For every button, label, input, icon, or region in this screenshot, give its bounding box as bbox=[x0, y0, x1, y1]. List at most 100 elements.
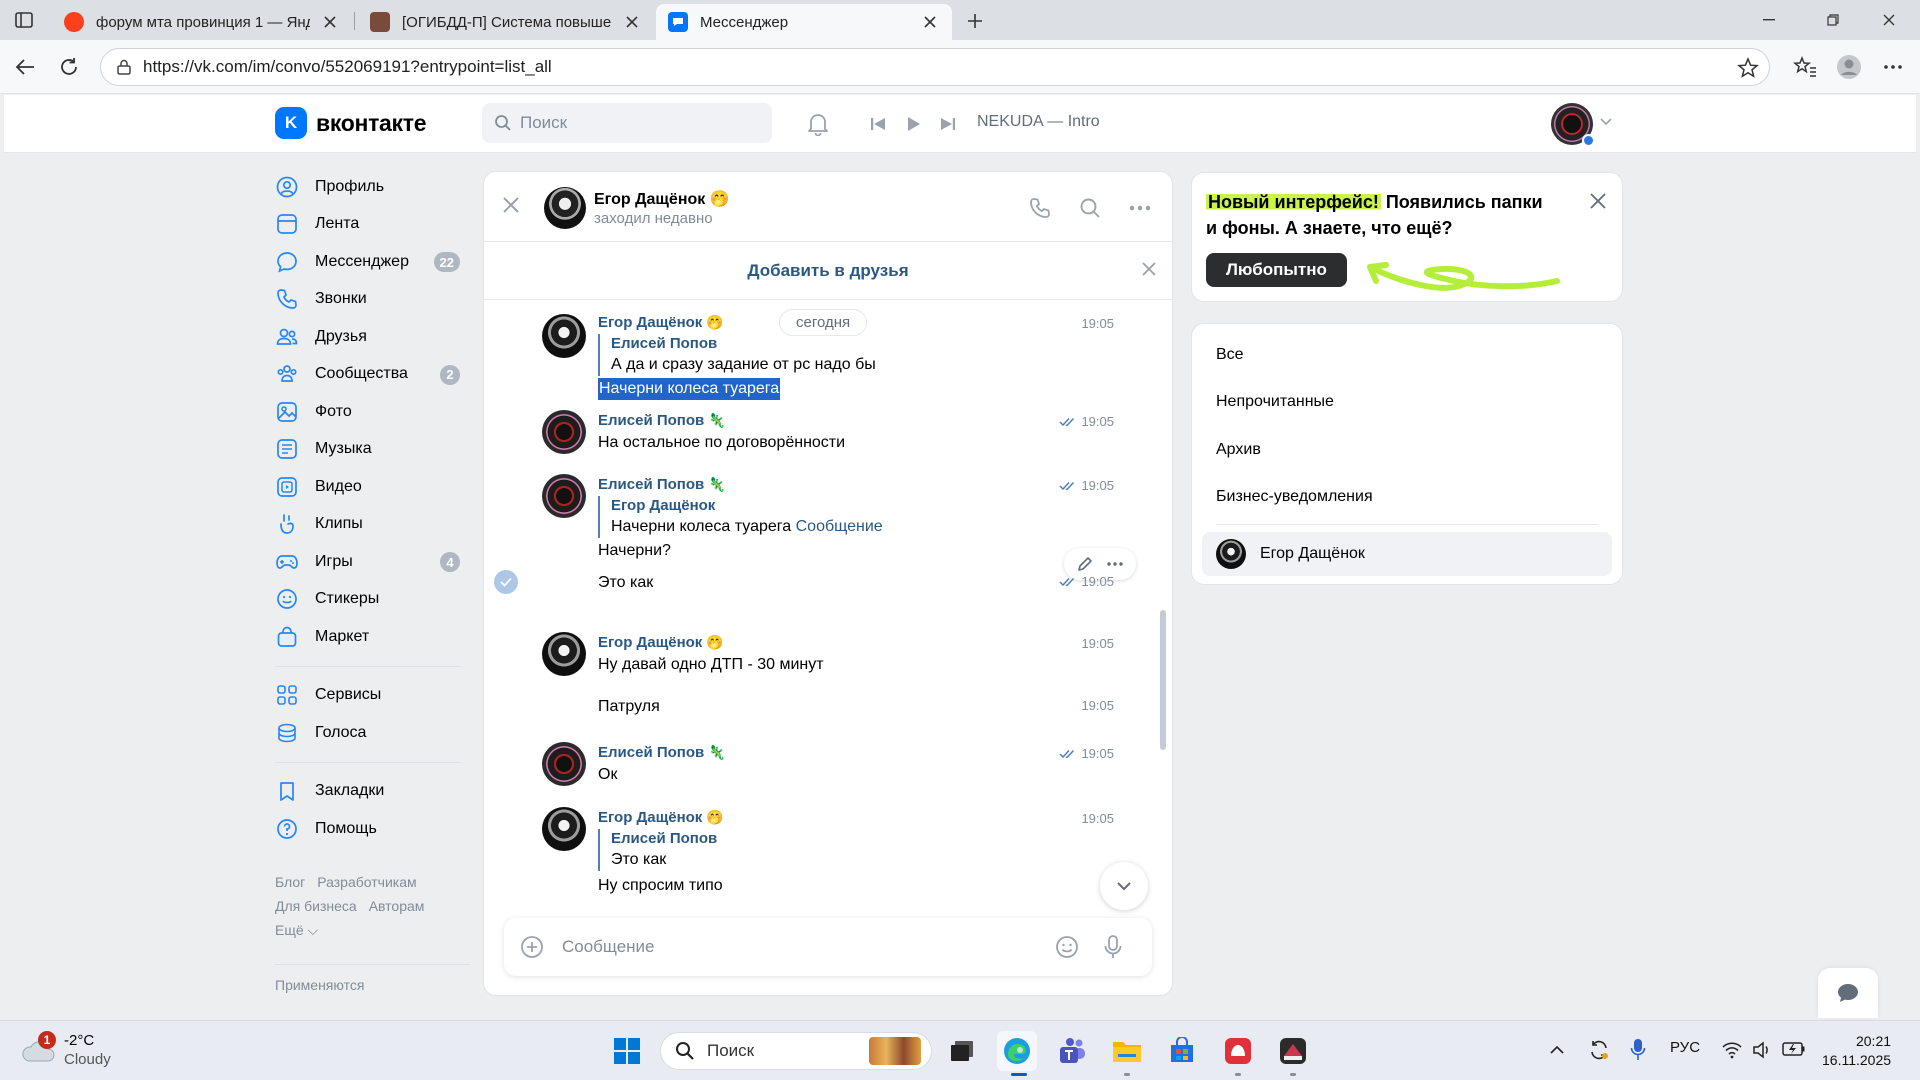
game-launcher-icon[interactable] bbox=[1273, 1031, 1313, 1071]
vk-search-box[interactable] bbox=[482, 103, 772, 143]
footer-link-business[interactable]: Для бизнеса bbox=[275, 898, 357, 914]
browser-tab-ogibdd[interactable]: [ОГИБДД-П] Система повышения дол bbox=[358, 4, 654, 40]
favorite-star-icon[interactable] bbox=[1737, 57, 1759, 79]
nav-item-bookmarks[interactable]: Закладки bbox=[275, 773, 470, 811]
vk-search-input[interactable] bbox=[520, 113, 740, 133]
folder-business[interactable]: Бизнес-уведомления bbox=[1216, 488, 1373, 506]
message-author[interactable]: Елисей Попов 🦎 bbox=[598, 744, 726, 761]
wifi-icon[interactable] bbox=[1722, 1041, 1742, 1059]
footer-link-developers[interactable]: Разработчикам bbox=[317, 874, 416, 890]
microphone-icon[interactable] bbox=[1100, 934, 1126, 960]
nav-item-profile[interactable]: Профиль bbox=[275, 168, 470, 206]
browser-tab-yandex[interactable]: форум мта провинция 1 — Яндекс: на bbox=[52, 4, 352, 40]
reply-quote[interactable]: Елисей Попов А да и сразу задание от рс … bbox=[598, 334, 876, 376]
message-input[interactable] bbox=[562, 933, 1022, 961]
message-avatar[interactable] bbox=[542, 632, 586, 676]
add-friend-button[interactable]: Добавить в друзья bbox=[747, 261, 908, 281]
message-avatar[interactable] bbox=[542, 807, 586, 851]
nav-item-music[interactable]: Музыка bbox=[275, 431, 470, 469]
battery-charging-icon[interactable] bbox=[1782, 1041, 1806, 1057]
message-list-scrollbar[interactable] bbox=[1160, 610, 1166, 750]
search-in-chat-icon[interactable] bbox=[1076, 194, 1104, 222]
nav-item-photos[interactable]: Фото bbox=[275, 393, 470, 431]
close-chat-icon[interactable] bbox=[502, 196, 520, 214]
weather-widget[interactable]: 1 -2°C Cloudy bbox=[20, 1031, 111, 1069]
minimize-window-button[interactable] bbox=[1746, 6, 1792, 34]
emoji-smile-icon[interactable] bbox=[1054, 934, 1080, 960]
footer-link-blog[interactable]: Блог bbox=[275, 874, 305, 890]
back-button[interactable] bbox=[10, 52, 40, 82]
tab-close-icon[interactable] bbox=[920, 12, 940, 32]
nav-item-stickers[interactable]: Стикеры bbox=[275, 581, 470, 619]
peer-avatar[interactable] bbox=[544, 187, 586, 229]
browser-tab-messenger[interactable]: Мессенджер bbox=[656, 4, 952, 40]
nav-item-communities[interactable]: Сообщества 2 bbox=[275, 356, 470, 394]
message-author[interactable]: Егор Дащёнок 🤭 bbox=[598, 809, 724, 826]
tray-microphone-icon[interactable] bbox=[1630, 1038, 1646, 1062]
curious-button[interactable]: Любопытно bbox=[1206, 253, 1347, 287]
tab-close-icon[interactable] bbox=[622, 12, 642, 32]
now-playing-track[interactable]: NEKUDA — Intro bbox=[977, 113, 1100, 131]
chat-bubble-button[interactable] bbox=[1818, 968, 1878, 1018]
attach-plus-icon[interactable] bbox=[520, 935, 544, 959]
browser-profile-icon[interactable] bbox=[1834, 52, 1864, 82]
footer-link-authors[interactable]: Авторам bbox=[369, 898, 425, 914]
taskbar-clock[interactable]: 20:21 16.11.2025 bbox=[1822, 1032, 1891, 1070]
notifications-bell-icon[interactable] bbox=[804, 110, 832, 138]
previous-track-icon[interactable] bbox=[864, 110, 892, 138]
nav-item-video[interactable]: Видео bbox=[275, 468, 470, 506]
message-author[interactable]: Елисей Попов 🦎 bbox=[598, 412, 726, 429]
windows-start-icon[interactable] bbox=[607, 1031, 647, 1071]
nav-item-votes[interactable]: Голоса bbox=[275, 714, 470, 752]
user-avatar[interactable] bbox=[1551, 103, 1595, 147]
more-options-icon[interactable] bbox=[1126, 194, 1154, 222]
teams-icon[interactable] bbox=[1052, 1031, 1092, 1071]
folder-archive[interactable]: Архив bbox=[1216, 441, 1261, 459]
edge-browser-icon[interactable] bbox=[997, 1031, 1037, 1071]
restore-window-button[interactable] bbox=[1810, 6, 1856, 34]
message-author[interactable]: Егор Дащёнок 🤭 bbox=[598, 314, 724, 331]
edit-pencil-icon[interactable] bbox=[1077, 556, 1093, 572]
scroll-to-bottom-button[interactable] bbox=[1100, 862, 1148, 910]
reply-quote[interactable]: Елисей Попов Это как bbox=[598, 829, 717, 871]
next-track-icon[interactable] bbox=[934, 110, 962, 138]
microsoft-store-icon[interactable] bbox=[1162, 1031, 1202, 1071]
message-avatar[interactable] bbox=[542, 314, 586, 358]
nav-item-help[interactable]: Помощь bbox=[275, 810, 470, 848]
nav-item-messenger[interactable]: Мессенджер 22 bbox=[275, 243, 470, 281]
file-explorer-icon[interactable] bbox=[1107, 1031, 1147, 1071]
nav-item-friends[interactable]: Друзья bbox=[275, 318, 470, 356]
open-chat-chip[interactable]: Егор Дащёнок bbox=[1202, 532, 1612, 576]
site-info-icon[interactable] bbox=[115, 58, 133, 76]
call-phone-icon[interactable] bbox=[1026, 194, 1054, 222]
message-author[interactable]: Егор Дащёнок 🤭 bbox=[598, 634, 724, 651]
message-avatar[interactable] bbox=[542, 410, 586, 454]
play-icon[interactable] bbox=[900, 110, 928, 138]
reply-message-link[interactable]: Сообщение bbox=[796, 518, 883, 535]
input-language[interactable]: РУС bbox=[1670, 1039, 1700, 1056]
message-avatar[interactable] bbox=[542, 742, 586, 786]
message-item-hovered[interactable]: 19:05 Это как bbox=[484, 542, 1172, 602]
nav-item-feed[interactable]: Лента bbox=[275, 206, 470, 244]
nav-item-services[interactable]: Сервисы bbox=[275, 677, 470, 715]
close-window-button[interactable] bbox=[1866, 6, 1912, 34]
dismiss-add-friend-icon[interactable] bbox=[1142, 262, 1156, 276]
reply-quote[interactable]: Егор Дащёнок Начерни колеса туарега Сооб… bbox=[598, 496, 883, 538]
nav-item-clips[interactable]: Клипы bbox=[275, 506, 470, 544]
tab-actions-icon[interactable] bbox=[10, 8, 38, 32]
close-promo-icon[interactable] bbox=[1590, 193, 1606, 209]
footer-link-more[interactable]: Ещё ⌵ bbox=[275, 922, 318, 938]
chevron-down-icon[interactable] bbox=[1600, 118, 1612, 126]
message-author[interactable]: Елисей Попов 🦎 bbox=[598, 476, 726, 493]
sync-icon[interactable] bbox=[1588, 1039, 1610, 1061]
favorites-icon[interactable] bbox=[1790, 52, 1820, 82]
red-app-icon[interactable] bbox=[1218, 1031, 1258, 1071]
browser-menu-icon[interactable] bbox=[1878, 52, 1908, 82]
volume-icon[interactable] bbox=[1752, 1041, 1772, 1059]
new-tab-button[interactable] bbox=[962, 8, 988, 34]
tab-close-icon[interactable] bbox=[320, 12, 340, 32]
folder-unread[interactable]: Непрочитанные bbox=[1216, 393, 1334, 411]
address-bar[interactable]: https://vk.com/im/convo/552069191?entryp… bbox=[100, 48, 1770, 86]
reload-button[interactable] bbox=[54, 52, 84, 82]
nav-item-market[interactable]: Маркет bbox=[275, 618, 470, 656]
